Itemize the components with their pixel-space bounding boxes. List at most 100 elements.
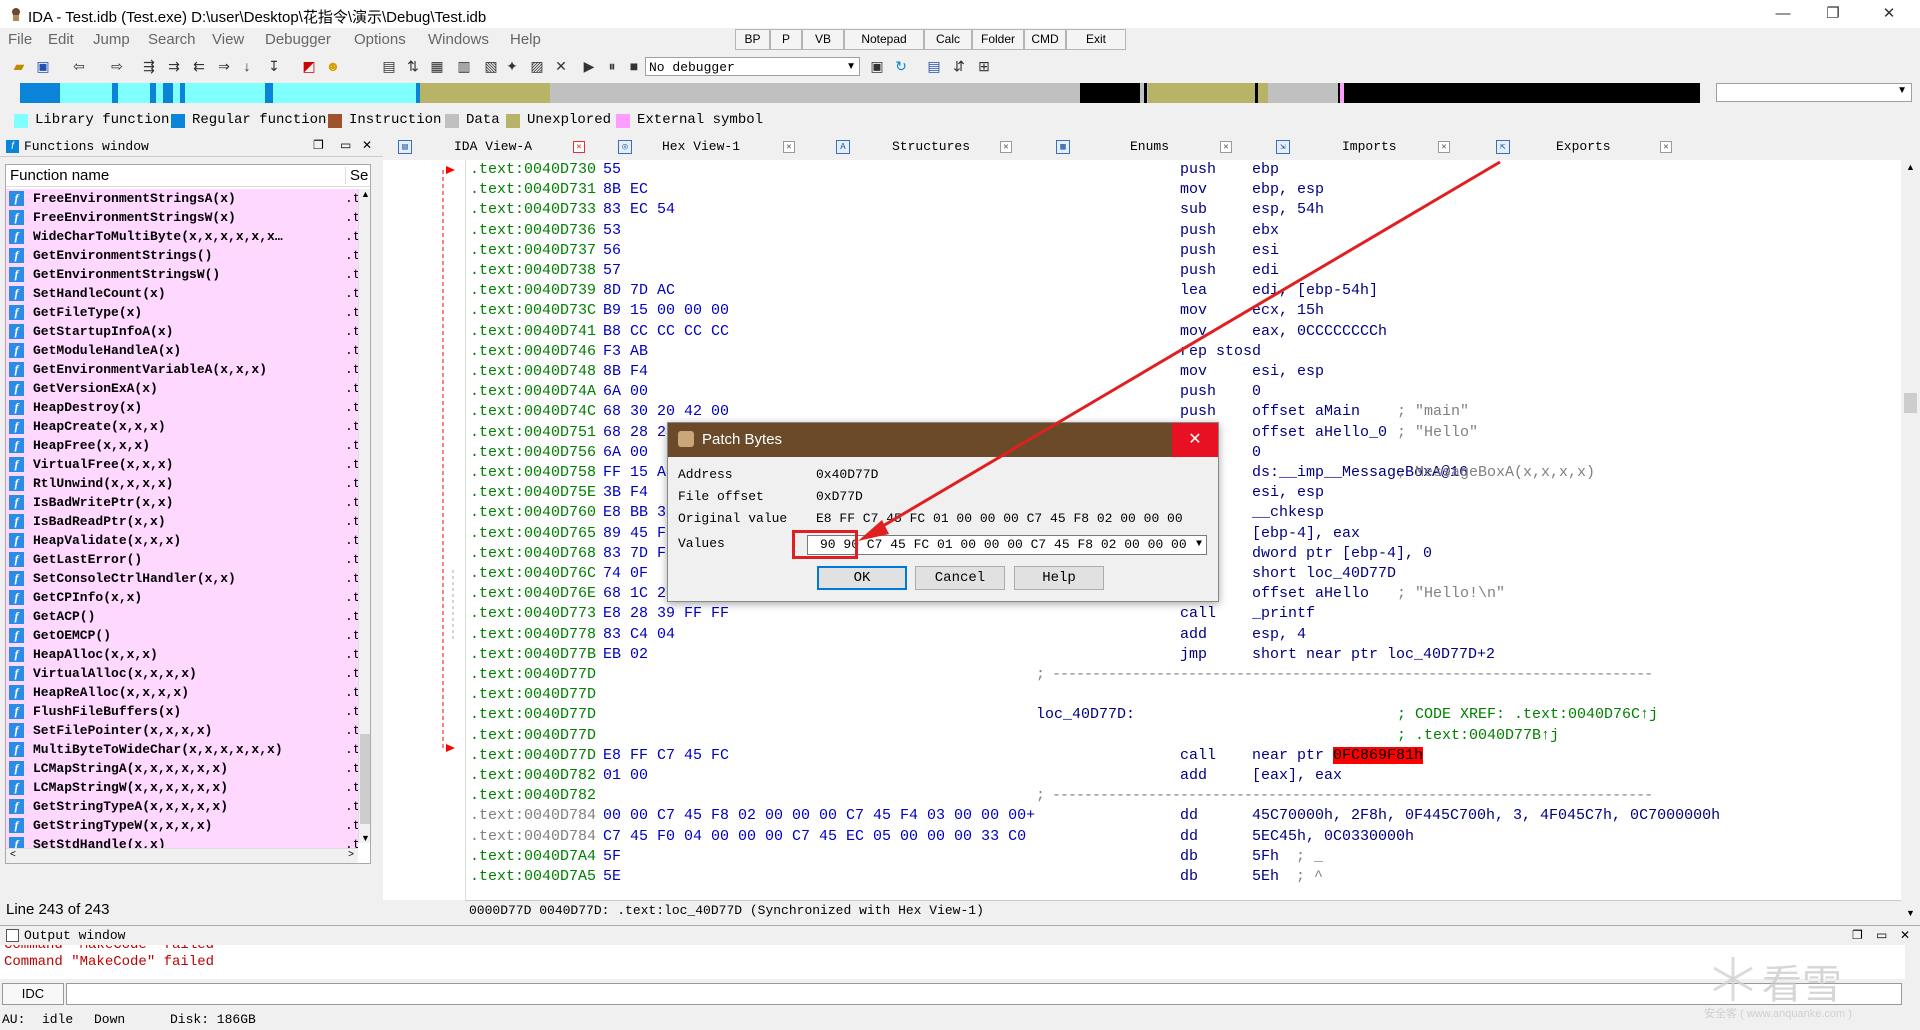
disasm-line[interactable]: .text:0040D738 57 push edi [466, 261, 1901, 281]
debugger-select[interactable]: No debugger ▼ [645, 57, 860, 76]
function-row[interactable]: f GetModuleHandleA(x) .t [6, 341, 358, 360]
cmd-button[interactable]: CMD [1024, 29, 1066, 50]
close-pane-icon[interactable]: ✕ [1900, 928, 1910, 942]
function-row[interactable]: f HeapAlloc(x,x,x) .t [6, 645, 358, 664]
scroll-down-icon[interactable]: ▼ [1906, 908, 1915, 918]
close-tab-icon[interactable]: ✕ [1220, 141, 1232, 153]
undefine-icon[interactable]: ▥ [455, 57, 473, 75]
disasm-line[interactable]: .text:0040D7A4 5F db 5Fh ; _ [466, 847, 1901, 867]
disasm-line[interactable]: .text:0040D77B EB 02 jmp short near ptr loc… [466, 645, 1901, 665]
function-row[interactable]: f LCMapStringW(x,x,x,x,x,x) .t [6, 778, 358, 797]
jump-icon[interactable]: ⇶ [140, 57, 158, 75]
close-window-button[interactable]: ✕ [1866, 0, 1912, 28]
function-row[interactable]: f GetVersionExA(x) .t [6, 379, 358, 398]
code-icon[interactable]: ⇅ [404, 57, 422, 75]
function-row[interactable]: f MultiByteToWideChar(x,x,x,x,x,x) .t [6, 740, 358, 759]
disasm-line[interactable]: .text:0040D784 C7 45 F0 04 00 00 00 C7 45… [466, 827, 1901, 847]
function-row[interactable]: f LCMapStringA(x,x,x,x,x,x) .t [6, 759, 358, 778]
p-button[interactable]: P [770, 29, 802, 50]
function-row[interactable]: f FlushFileBuffers(x) .t [6, 702, 358, 721]
smiley-icon[interactable]: ☻ [324, 57, 342, 75]
disasm-line[interactable]: .text:0040D74C 68 30 20 42 00 push offset a… [466, 402, 1901, 422]
menu-edit[interactable]: Edit [48, 31, 74, 48]
close-tab-icon[interactable]: ✕ [1438, 141, 1450, 153]
function-row[interactable]: f VirtualAlloc(x,x,x,x) .t [6, 664, 358, 683]
function-row[interactable]: f GetStringTypeA(x,x,x,x,x) .t [6, 797, 358, 816]
disasm-line[interactable]: .text:0040D74A 6A 00 push 0 [466, 382, 1901, 402]
disasm-line[interactable]: .text:0040D731 8B EC mov ebp, esp [466, 180, 1901, 200]
function-row[interactable]: f HeapDestroy(x) .t [6, 398, 358, 417]
cancel-x-icon[interactable]: ✕ [552, 57, 570, 75]
function-row[interactable]: f SetFilePointer(x,x,x,x) .t [6, 721, 358, 740]
disasm-line[interactable]: .text:0040D784 00 00 C7 45 F8 02 00 00 00… [466, 806, 1901, 826]
functions-vertical-scrollbar[interactable]: ▲ ▼ [358, 189, 370, 843]
search-next-icon[interactable]: ⇉ [165, 57, 183, 75]
menu-windows[interactable]: Windows [428, 31, 489, 48]
name-icon[interactable]: ✦ [503, 57, 521, 75]
tab-imports[interactable]: ⇲ Imports ✕ [1276, 136, 1476, 158]
scroll-down-icon[interactable]: ▼ [361, 833, 370, 843]
close-tab-icon[interactable]: ✕ [1000, 141, 1012, 153]
minimize-button[interactable]: — [1760, 0, 1806, 28]
function-row[interactable]: f FreeEnvironmentStringsW(x) .t [6, 208, 358, 227]
pause-icon[interactable]: ⏸ [603, 57, 621, 75]
step-icon[interactable]: ↧ [265, 57, 283, 75]
scroll-up-icon[interactable]: ▲ [361, 189, 370, 199]
close-tab-icon[interactable]: ✕ [573, 141, 585, 153]
function-row[interactable]: f FreeEnvironmentStringsA(x) .t [6, 189, 358, 208]
disasm-line[interactable]: .text:0040D746 F3 AB rep stosd [466, 342, 1901, 362]
disasm-line[interactable]: .text:0040D737 56 push esi [466, 241, 1901, 261]
stop-icon[interactable]: ■ [625, 57, 643, 75]
search-text-icon[interactable]: ⇒ [215, 57, 233, 75]
disasm-line[interactable]: .text:0040D7A5 5E db 5Eh ; ^ [466, 867, 1901, 887]
disasm-line[interactable]: .text:0040D77D E8 FF C7 45 FC call near ptr… [466, 746, 1901, 766]
list-icon[interactable]: ▤ [925, 57, 943, 75]
function-row[interactable]: f SetConsoleCtrlHandler(x,x) .t [6, 569, 358, 588]
disasm-vertical-scrollbar[interactable]: ▲ ▼ [1901, 160, 1920, 920]
menu-search[interactable]: Search [148, 31, 196, 48]
play-icon[interactable]: ▶ [580, 57, 598, 75]
scroll-thumb[interactable] [1904, 393, 1917, 413]
function-row[interactable]: f RtlUnwind(x,x,x,x) .t [6, 474, 358, 493]
restore-pane-icon[interactable]: ❐ [1852, 928, 1863, 942]
open-folder-icon[interactable]: ▰ [10, 57, 28, 75]
scroll-right-icon[interactable]: > [348, 849, 354, 860]
bp-button[interactable]: BP [735, 29, 770, 50]
breakpoint-icon[interactable]: ⇵ [950, 57, 968, 75]
function-row[interactable]: f HeapReAlloc(x,x,x,x) .t [6, 683, 358, 702]
function-row[interactable]: f IsBadReadPtr(x,x) .t [6, 512, 358, 531]
down-arrow-icon[interactable]: ↓ [238, 57, 256, 75]
menu-help[interactable]: Help [510, 31, 541, 48]
output-text[interactable]: Command "MakeCode" failed Command "MakeC… [0, 945, 1905, 979]
data-icon[interactable]: ▦ [428, 57, 446, 75]
disasm-line[interactable]: .text:0040D73C B9 15 00 00 00 mov ecx, 15h [466, 301, 1901, 321]
close-tab-icon[interactable]: ✕ [783, 141, 795, 153]
function-row[interactable]: f HeapFree(x,x,x) .t [6, 436, 358, 455]
function-row[interactable]: f GetEnvironmentStrings() .t [6, 246, 358, 265]
menu-file[interactable]: File [8, 31, 32, 48]
ok-button[interactable]: OK [817, 566, 907, 590]
dialog-close-button[interactable]: ✕ [1172, 423, 1218, 457]
forward-arrow-icon[interactable]: ⇨ [108, 57, 126, 75]
function-row[interactable]: f GetFileType(x) .t [6, 303, 358, 322]
function-row[interactable]: f GetLastError() .t [6, 550, 358, 569]
folder-button[interactable]: Folder [972, 29, 1024, 50]
back-arrow-icon[interactable]: ⇦ [70, 57, 88, 75]
function-row[interactable]: f GetOEMCP() .t [6, 626, 358, 645]
function-row[interactable]: f GetACP() .t [6, 607, 358, 626]
function-row[interactable]: f GetStringTypeW(x,x,x,x) .t [6, 816, 358, 835]
disasm-line[interactable]: .text:0040D778 83 C4 04 add esp, 4 [466, 625, 1901, 645]
help-button[interactable]: Help [1014, 566, 1104, 590]
scroll-up-icon[interactable]: ▲ [1906, 162, 1915, 172]
refresh-icon[interactable]: ↻ [892, 57, 910, 75]
function-row[interactable]: f SetHandleCount(x) .t [6, 284, 358, 303]
column-function-name[interactable]: Function name [10, 167, 109, 184]
save-icon[interactable]: ▣ [34, 57, 52, 75]
exit-button[interactable]: Exit [1066, 29, 1126, 50]
disasm-line[interactable]: .text:0040D77D ; ------------------------… [466, 665, 1901, 685]
menu-jump[interactable]: Jump [93, 31, 130, 48]
menu-debugger[interactable]: Debugger [265, 31, 331, 48]
graph-icon[interactable]: ◩ [300, 57, 318, 75]
tab-enums[interactable]: ▦ Enums ✕ [1056, 136, 1256, 158]
tab-ida-view-a[interactable]: ▤ IDA View-A ✕ [390, 136, 600, 158]
